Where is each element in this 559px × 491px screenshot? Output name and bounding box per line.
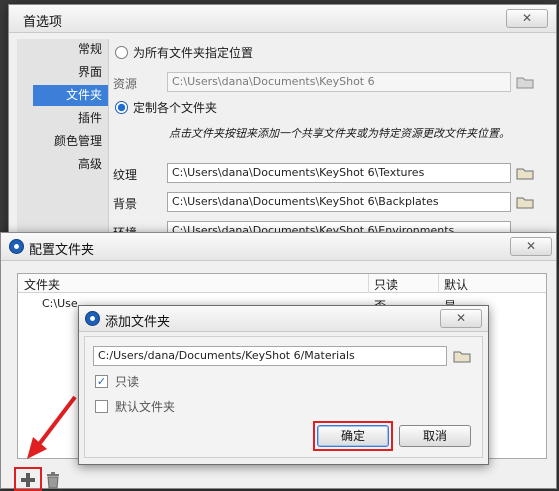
col-default-header[interactable]: 默认 [444, 276, 468, 293]
radio-custom-folders[interactable] [115, 101, 128, 114]
add-folder-body: C:/Users/dana/Documents/KeyShot 6/Materi… [84, 336, 483, 458]
nav-item-interface[interactable]: 界面 [33, 62, 108, 83]
default-folder-checkbox-label: 默认文件夹 [115, 400, 176, 414]
textures-path-field[interactable]: C:\Users\dana\Documents\KeyShot 6\Textur… [167, 163, 511, 183]
add-folder-close-button[interactable]: ✕ [440, 309, 482, 328]
backplates-path-field[interactable]: C:\Users\dana\Documents\KeyShot 6\Backpl… [167, 192, 511, 212]
nav-item-general[interactable]: 常规 [33, 39, 108, 60]
new-folder-path-input[interactable]: C:/Users/dana/Documents/KeyShot 6/Materi… [93, 346, 447, 366]
preferences-close-button[interactable]: ✕ [506, 9, 548, 28]
nav-item-folders[interactable]: 文件夹 [33, 85, 108, 106]
backplates-label: 背景 [113, 197, 138, 211]
preferences-title: 首选项 [23, 15, 63, 30]
configure-titlebar: 配置文件夹 ✕ [1, 233, 556, 261]
col-folder-header[interactable]: 文件夹 [24, 276, 60, 293]
ok-button-highlight [313, 421, 393, 451]
textures-folder-icon[interactable] [516, 166, 534, 180]
cancel-button[interactable]: 取消 [399, 425, 471, 447]
delete-folder-icon[interactable] [44, 471, 62, 489]
resource-folder-icon[interactable] [516, 75, 534, 89]
nav-item-plugins[interactable]: 插件 [33, 108, 108, 129]
preferences-titlebar: 首选项 ✕ [9, 5, 556, 33]
add-folder-titlebar: 添加文件夹 ✕ [79, 306, 488, 332]
radio-all-folders-label: 为所有文件夹指定位置 [133, 46, 254, 60]
annotation-arrow-icon [27, 395, 77, 459]
add-folder-dialog: 添加文件夹 ✕ C:/Users/dana/Documents/KeyShot … [78, 305, 489, 465]
add-folder-title: 添加文件夹 [105, 315, 171, 330]
readonly-checkbox[interactable]: ✓ [95, 375, 108, 388]
col-readonly-header[interactable]: 只读 [374, 276, 398, 293]
resource-label: 资源 [113, 77, 138, 91]
readonly-checkbox-label: 只读 [115, 375, 140, 389]
textures-label: 纹理 [113, 168, 138, 182]
folder-table-header: 文件夹 只读 默认 [18, 274, 546, 293]
browse-folder-icon[interactable] [453, 349, 471, 363]
folder-hint-text: 点击文件夹按钮来添加一个共享文件夹或为特定资源更改文件夹位置。 [169, 127, 510, 140]
configure-close-button[interactable]: ✕ [510, 237, 552, 256]
add-icon-highlight [14, 467, 42, 491]
keyshot-app-icon [9, 239, 24, 254]
radio-all-folders[interactable] [115, 46, 128, 59]
nav-item-color-management[interactable]: 颜色管理 [33, 131, 108, 152]
keyshot-dialog-icon [85, 311, 100, 326]
row-folder-path: C:\Use [42, 297, 78, 310]
backplates-folder-icon[interactable] [516, 195, 534, 209]
radio-custom-folders-label: 定制各个文件夹 [133, 101, 218, 115]
preferences-window: 首选项 ✕ 常规 界面 文件夹 插件 颜色管理 高级 为所有文件夹指定位置 资源… [8, 4, 557, 269]
configure-title: 配置文件夹 [29, 243, 95, 258]
nav-item-advanced[interactable]: 高级 [33, 154, 108, 175]
resource-path-field[interactable]: C:\Users\dana\Documents\KeyShot 6 [167, 72, 511, 92]
default-folder-checkbox[interactable] [95, 400, 108, 413]
